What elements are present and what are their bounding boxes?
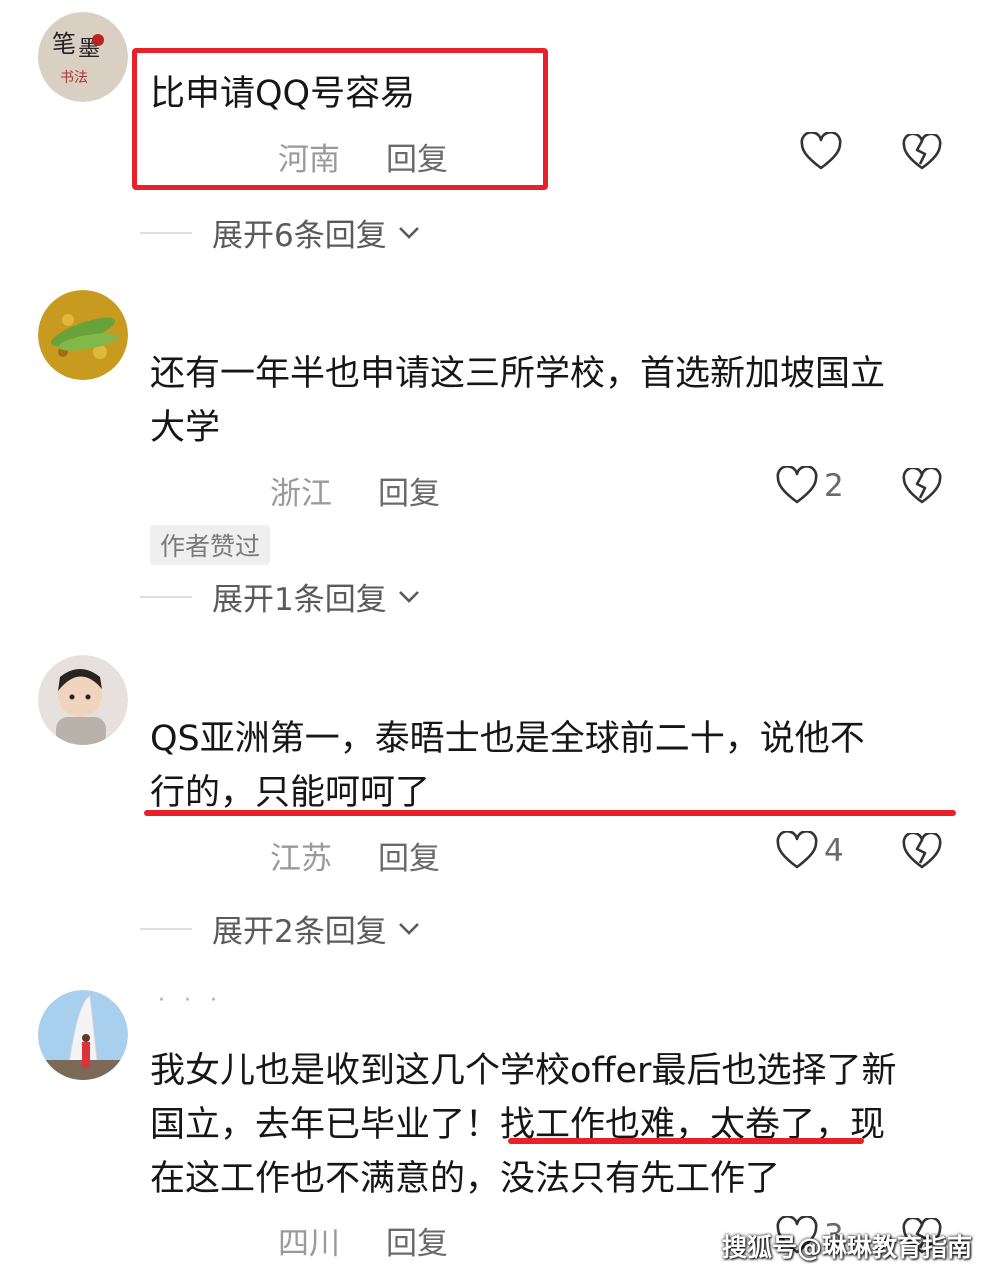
avatar[interactable]: 笔墨书法 xyxy=(38,12,128,102)
like-count: 4 xyxy=(824,833,844,869)
author-liked-badge: 作者赞过 xyxy=(150,525,271,565)
avatar[interactable] xyxy=(38,290,128,380)
heart-icon xyxy=(776,466,818,504)
like-button[interactable]: 2 xyxy=(776,466,844,506)
username-placeholder: · · · xyxy=(158,988,223,1013)
avatar[interactable] xyxy=(38,655,128,745)
comment-text: QS亚洲第一，泰晤士也是全球前二十，说他不 xyxy=(150,719,865,759)
svg-text:笔: 笔 xyxy=(52,31,76,58)
divider xyxy=(140,927,192,930)
comment-location: 江苏 xyxy=(270,841,332,877)
dislike-button[interactable] xyxy=(902,831,942,875)
reply-button[interactable]: 回复 xyxy=(386,1218,448,1263)
broken-heart-icon xyxy=(902,132,942,170)
comment-text: 我女儿也是收到这几个学校offer最后也选择了新 xyxy=(150,1051,897,1091)
reply-button[interactable]: 回复 xyxy=(386,134,448,179)
heart-icon xyxy=(776,831,818,869)
comment-text: 大学 xyxy=(150,408,221,448)
chevron-down-icon xyxy=(398,226,419,239)
svg-text:书法: 书法 xyxy=(60,70,88,86)
broken-heart-icon xyxy=(902,466,942,504)
highlight-underline xyxy=(144,810,956,816)
expand-replies[interactable]: 展开2条回复 xyxy=(140,906,421,951)
expand-label: 展开6条回复 xyxy=(212,218,387,254)
dislike-button[interactable] xyxy=(902,132,942,176)
expand-replies[interactable]: 展开1条回复 xyxy=(140,574,421,619)
chevron-down-icon xyxy=(398,590,419,603)
expand-replies[interactable]: 展开6条回复 xyxy=(140,210,421,255)
expand-label: 展开1条回复 xyxy=(212,582,387,618)
chevron-down-icon xyxy=(398,922,419,935)
like-button[interactable]: 4 xyxy=(776,831,844,871)
like-button[interactable] xyxy=(800,132,848,172)
comment-location: 河南 xyxy=(278,142,340,178)
watermark: 搜狐号@琳琳教育指南 xyxy=(721,1233,972,1262)
broken-heart-icon xyxy=(902,831,942,869)
like-count: 2 xyxy=(824,468,844,504)
dislike-button[interactable] xyxy=(902,466,942,510)
comment-text: 国立，去年已毕业了！找工作也难，太卷了，现 xyxy=(150,1105,886,1145)
comment-location: 四川 xyxy=(278,1226,340,1262)
expand-label: 展开2条回复 xyxy=(212,914,387,950)
highlight-underline xyxy=(508,1138,864,1144)
comment-location: 浙江 xyxy=(270,476,332,512)
avatar[interactable] xyxy=(38,990,128,1080)
reply-button[interactable]: 回复 xyxy=(378,468,440,513)
reply-button[interactable]: 回复 xyxy=(378,833,440,878)
comment-text: 还有一年半也申请这三所学校，首选新加坡国立 xyxy=(150,354,886,394)
comment-text: 比申请QQ号容易 xyxy=(150,74,416,114)
divider xyxy=(140,595,192,598)
heart-icon xyxy=(800,132,842,170)
divider xyxy=(140,231,192,234)
comment-text: 在这工作也不满意的，没法只有先工作了 xyxy=(150,1159,781,1199)
